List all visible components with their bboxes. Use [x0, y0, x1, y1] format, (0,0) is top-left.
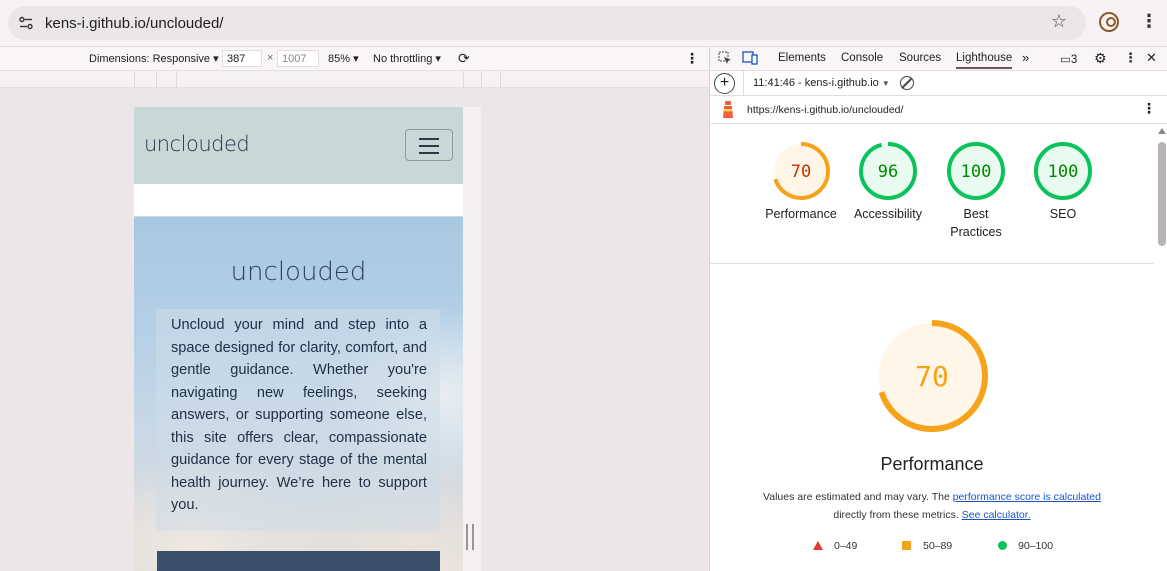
hero-title: unclouded: [230, 257, 367, 287]
score-gauge-performance[interactable]: 70 Performance: [761, 142, 841, 223]
site-info-icon[interactable]: [18, 15, 34, 31]
width-input[interactable]: 387: [222, 50, 262, 67]
dimensions-label: Dimensions: Responsive: [89, 53, 211, 65]
svg-text:100: 100: [1048, 162, 1079, 182]
device-toggle-icon[interactable]: [742, 51, 758, 68]
browser-toolbar: kens-i.github.io/unclouded/ ☆ ⋮: [0, 0, 1167, 47]
hero-intro-text: Uncloud your mind and step into a space …: [171, 317, 427, 513]
devtools-more-icon[interactable]: ⋮: [1124, 50, 1137, 66]
menu-bar-icon: [419, 152, 439, 154]
throttling-dropdown[interactable]: No throttling ▾: [373, 52, 441, 65]
more-tabs-icon[interactable]: »: [1022, 50, 1029, 65]
legend-pass: 90–100: [1018, 540, 1054, 552]
clear-reports-icon[interactable]: [900, 76, 914, 90]
average-square-icon: [902, 541, 911, 550]
score-ring: 100: [1034, 142, 1092, 200]
fail-triangle-icon: [813, 541, 823, 550]
large-score-ring: 70: [876, 320, 988, 432]
score-calculated-link[interactable]: performance score is calculated: [953, 491, 1101, 503]
scroll-up-arrow-icon[interactable]: [1158, 128, 1166, 134]
legend-fail: 0–49: [834, 540, 858, 552]
viewport-resize-handle[interactable]: [466, 524, 474, 550]
device-more-icon[interactable]: ⋮: [685, 50, 699, 67]
note-text: Values are estimated and may vary. The: [763, 491, 950, 503]
devtools-tabbar: Elements Console Sources Lighthouse » ▭3…: [710, 47, 1167, 71]
device-toolbar: Dimensions: Responsive ▾ 387 × 1007 85% …: [0, 47, 709, 71]
hero-section: unclouded Uncloud your mind and step int…: [134, 217, 463, 571]
performance-heading: Performance: [880, 454, 984, 474]
svg-text:96: 96: [878, 162, 898, 182]
dimensions-dropdown[interactable]: Dimensions: Responsive ▾: [89, 52, 219, 65]
note-text-2: directly from these metrics.: [833, 509, 959, 521]
score-gauge-accessibility[interactable]: 96 Accessibility: [848, 142, 928, 223]
url-text[interactable]: kens-i.github.io/unclouded/: [45, 15, 223, 32]
score-legend: 0–49 50–89 90–100: [710, 538, 1154, 554]
site-navbar: unclouded: [134, 107, 463, 184]
scrollbar-thumb[interactable]: [1158, 142, 1166, 246]
toolbar-divider: [743, 71, 744, 96]
svg-text:70: 70: [915, 360, 949, 393]
score-gauge-best-practices[interactable]: 100 Best Practices: [936, 142, 1016, 241]
browser-menu-icon[interactable]: ⋮: [1140, 12, 1158, 32]
see-calculator-link[interactable]: See calculator.: [962, 509, 1031, 521]
devtools-panel: Elements Console Sources Lighthouse » ▭3…: [709, 47, 1167, 571]
tab-console[interactable]: Console: [841, 52, 883, 64]
score-gauge-seo[interactable]: 100 SEO: [1023, 142, 1103, 223]
new-report-plus-icon[interactable]: +: [714, 73, 735, 94]
score-label: Best Practices: [950, 207, 1002, 239]
profile-icon[interactable]: [1099, 12, 1119, 32]
hero-intro-card: Uncloud your mind and step into a space …: [156, 309, 440, 531]
svg-text:70: 70: [791, 162, 811, 182]
score-ring: 70: [772, 142, 830, 200]
tab-elements[interactable]: Elements: [778, 52, 826, 64]
content-block: [157, 551, 440, 571]
pass-circle-icon: [998, 541, 1007, 550]
report-url: https://kens-i.github.io/unclouded/: [747, 104, 904, 116]
site-logo[interactable]: unclouded: [144, 132, 250, 156]
report-scrollbar[interactable]: [1156, 124, 1167, 571]
lighthouse-logo-icon: [721, 101, 735, 122]
section-divider: [710, 263, 1154, 264]
tab-lighthouse[interactable]: Lighthouse: [956, 52, 1013, 69]
viewport-gutter: [463, 107, 481, 571]
rotate-icon[interactable]: ⟳: [458, 50, 470, 67]
lighthouse-toolbar: + 11:41:46 - kens-i.github.io ▼: [710, 71, 1167, 96]
device-viewport: unclouded unclouded Uncloud your mind an…: [134, 107, 463, 571]
close-devtools-icon[interactable]: ✕: [1146, 50, 1157, 66]
lighthouse-report: 70 Performance 96 Accessibility 100 Best Pr…: [710, 124, 1154, 571]
score-ring: 96: [859, 142, 917, 200]
score-label: Performance: [765, 207, 837, 221]
report-select[interactable]: 11:41:46 - kens-i.github.io ▼: [753, 77, 890, 89]
times-sign: ×: [267, 52, 274, 64]
report-url-bar: https://kens-i.github.io/unclouded/ ⋮: [710, 96, 1167, 124]
bookmark-star-icon[interactable]: ☆: [1049, 11, 1069, 31]
menu-bar-icon: [419, 145, 439, 147]
media-query-ruler: [0, 71, 709, 88]
report-time-label: 11:41:46 - kens-i.github.io: [753, 77, 879, 89]
address-bar[interactable]: kens-i.github.io/unclouded/: [8, 6, 1086, 40]
inspect-element-icon[interactable]: [718, 51, 732, 68]
score-note: Values are estimated and may vary. The p…: [710, 488, 1154, 524]
issues-counter[interactable]: ▭3: [1060, 52, 1077, 66]
svg-text:100: 100: [961, 162, 992, 182]
report-menu-icon[interactable]: ⋮: [1142, 100, 1156, 117]
nav-spacer: [134, 184, 463, 217]
issues-count: 3: [1070, 54, 1078, 66]
performance-gauge-large: 70: [876, 320, 988, 432]
zoom-label: 85%: [328, 53, 351, 65]
score-label: SEO: [1049, 207, 1077, 221]
settings-gear-icon[interactable]: ⚙: [1094, 50, 1107, 67]
score-ring: 100: [947, 142, 1005, 200]
tab-sources[interactable]: Sources: [899, 52, 941, 64]
menu-bar-icon: [419, 138, 439, 140]
zoom-dropdown[interactable]: 85% ▾: [328, 52, 359, 65]
hamburger-menu-button[interactable]: [405, 129, 453, 161]
legend-average: 50–89: [923, 540, 953, 552]
score-label: Accessibility: [853, 207, 923, 221]
throttling-label: No throttling: [373, 53, 433, 65]
height-input[interactable]: 1007: [277, 50, 319, 67]
